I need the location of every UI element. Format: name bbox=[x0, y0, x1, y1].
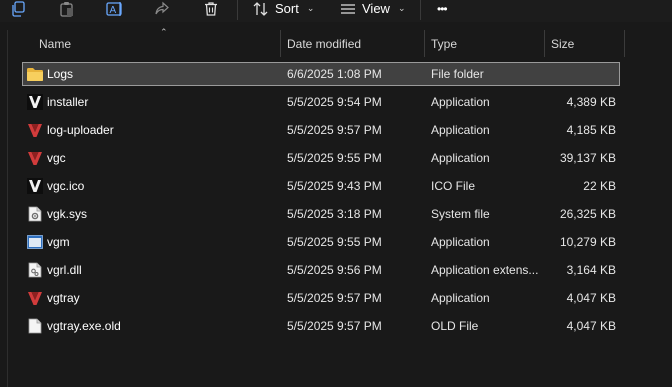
file-type: Application bbox=[431, 235, 490, 249]
column-divider[interactable] bbox=[424, 30, 425, 57]
view-label: View bbox=[362, 1, 390, 16]
file-date: 5/5/2025 9:56 PM bbox=[287, 263, 382, 277]
file-date: 5/5/2025 9:55 PM bbox=[287, 235, 382, 249]
file-name: log-uploader bbox=[47, 123, 114, 137]
file-type: Application extens... bbox=[431, 263, 539, 277]
chevron-down-icon: ⌄ bbox=[306, 3, 315, 13]
toolbar-separator bbox=[420, 0, 421, 20]
window-app-icon bbox=[26, 230, 44, 254]
file-type: System file bbox=[431, 207, 490, 221]
trash-icon[interactable] bbox=[202, 0, 220, 17]
file-type: File folder bbox=[431, 67, 484, 81]
svg-text:A: A bbox=[110, 5, 117, 16]
file-type: OLD File bbox=[431, 319, 479, 333]
column-header-date[interactable]: Date modified bbox=[287, 30, 361, 57]
file-row[interactable]: vgk.sys 5/5/2025 3:18 PM System file 26,… bbox=[22, 202, 620, 226]
file-date: 5/5/2025 9:57 PM bbox=[287, 291, 382, 305]
sort-icon bbox=[253, 1, 268, 16]
file-date: 5/5/2025 3:18 PM bbox=[287, 207, 382, 221]
file-type: Application bbox=[431, 95, 490, 109]
command-bar: A Sort ⌄ View ⌄ ••• bbox=[0, 0, 672, 22]
column-divider[interactable] bbox=[544, 30, 545, 57]
file-date: 5/5/2025 9:55 PM bbox=[287, 151, 382, 165]
chevron-down-icon: ⌄ bbox=[397, 3, 406, 13]
file-row[interactable]: vgtray 5/5/2025 9:57 PM Application 4,04… bbox=[22, 286, 620, 310]
file-type: Application bbox=[431, 151, 490, 165]
file-size: 3,164 KB bbox=[566, 263, 616, 277]
column-header-name[interactable]: Name bbox=[39, 30, 71, 57]
rename-icon[interactable]: A bbox=[106, 0, 124, 17]
file-name: vgc bbox=[47, 151, 66, 165]
file-row[interactable]: vgc.ico 5/5/2025 9:43 PM ICO File 22 KB bbox=[22, 174, 620, 198]
vanguard-black-app-icon bbox=[26, 90, 44, 114]
view-icon bbox=[341, 3, 355, 14]
vanguard-black-app-icon bbox=[26, 174, 44, 198]
sort-label: Sort bbox=[275, 1, 299, 16]
copy-icon[interactable] bbox=[9, 0, 27, 17]
file-date: 5/5/2025 9:57 PM bbox=[287, 123, 382, 137]
file-row[interactable]: vgc 5/5/2025 9:55 PM Application 39,137 … bbox=[22, 146, 620, 170]
file-size: 26,325 KB bbox=[559, 207, 616, 221]
file-row[interactable]: installer 5/5/2025 9:54 PM Application 4… bbox=[22, 90, 620, 114]
file-size: 39,137 KB bbox=[559, 151, 616, 165]
more-icon: ••• bbox=[437, 1, 448, 16]
sort-indicator-icon: ⌃ bbox=[160, 27, 168, 37]
file-size: 4,047 KB bbox=[566, 291, 616, 305]
vanguard-red-app-icon bbox=[26, 118, 44, 142]
dll-file-icon bbox=[26, 258, 44, 282]
folder-icon bbox=[26, 62, 44, 86]
view-button[interactable]: View ⌄ bbox=[340, 0, 406, 17]
file-name: vgrl.dll bbox=[47, 263, 82, 277]
file-row[interactable]: vgtray.exe.old 5/5/2025 9:57 PM OLD File… bbox=[22, 314, 620, 338]
sort-button[interactable]: Sort ⌄ bbox=[253, 0, 314, 17]
file-date: 6/6/2025 1:08 PM bbox=[287, 67, 382, 81]
file-date: 5/5/2025 9:43 PM bbox=[287, 179, 382, 193]
file-type: ICO File bbox=[431, 179, 476, 193]
file-type: Application bbox=[431, 291, 490, 305]
file-name: Logs bbox=[47, 67, 74, 81]
file-size: 4,389 KB bbox=[566, 95, 616, 109]
column-header-type[interactable]: Type bbox=[431, 30, 457, 57]
file-date: 5/5/2025 9:57 PM bbox=[287, 319, 382, 333]
file-name: vgc.ico bbox=[47, 179, 85, 193]
file-name: vgm bbox=[47, 235, 70, 249]
file-size: 10,279 KB bbox=[559, 235, 616, 249]
pane-border bbox=[7, 30, 8, 387]
column-header-size[interactable]: Size bbox=[551, 30, 574, 57]
file-name: vgtray bbox=[47, 291, 80, 305]
more-options-button[interactable]: ••• bbox=[437, 0, 448, 17]
file-size: 4,047 KB bbox=[566, 319, 616, 333]
file-size: 22 KB bbox=[583, 179, 616, 193]
file-type: Application bbox=[431, 123, 490, 137]
file-size: 4,185 KB bbox=[566, 123, 616, 137]
file-name: vgk.sys bbox=[47, 207, 88, 221]
vanguard-red-app-icon bbox=[26, 146, 44, 170]
column-divider[interactable] bbox=[280, 30, 281, 57]
toolbar-separator bbox=[237, 0, 238, 20]
file-date: 5/5/2025 9:54 PM bbox=[287, 95, 382, 109]
file-row[interactable]: Logs 6/6/2025 1:08 PM File folder bbox=[22, 62, 620, 86]
column-header-row: ⌃ Name Date modified Type Size bbox=[9, 27, 672, 57]
paste-icon[interactable] bbox=[58, 0, 76, 17]
file-name: vgtray.exe.old bbox=[47, 319, 121, 333]
blank-file-icon bbox=[26, 314, 44, 338]
file-row[interactable]: vgm 5/5/2025 9:55 PM Application 10,279 … bbox=[22, 230, 620, 254]
file-row[interactable]: log-uploader 5/5/2025 9:57 PM Applicatio… bbox=[22, 118, 620, 142]
share-icon[interactable] bbox=[153, 0, 171, 17]
column-divider[interactable] bbox=[624, 30, 625, 57]
vanguard-red-app-icon bbox=[26, 286, 44, 310]
file-name: installer bbox=[47, 95, 89, 109]
file-row[interactable]: vgrl.dll 5/5/2025 9:56 PM Application ex… bbox=[22, 258, 620, 282]
system-file-icon bbox=[26, 202, 44, 226]
